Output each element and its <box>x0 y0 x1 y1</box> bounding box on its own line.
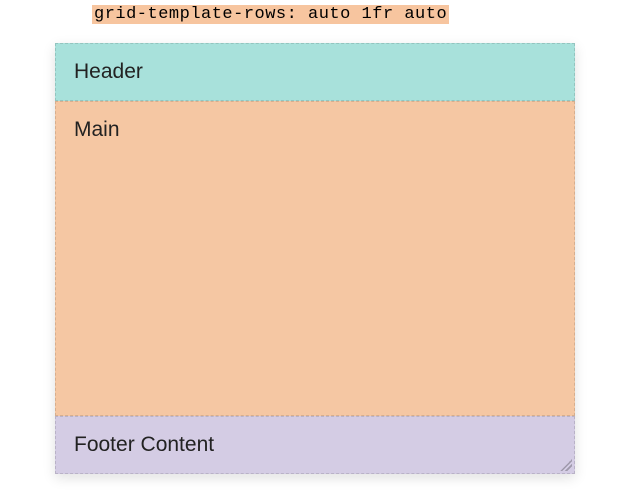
footer-row: Footer Content <box>55 416 575 474</box>
grid-demo-container: Header Main Footer Content <box>55 43 575 474</box>
footer-label: Footer Content <box>74 433 214 456</box>
code-label: grid-template-rows: auto 1fr auto <box>92 5 449 24</box>
resize-handle-icon[interactable] <box>560 459 572 471</box>
header-row: Header <box>55 43 575 101</box>
main-row: Main <box>55 101 575 416</box>
header-label: Header <box>74 60 143 83</box>
main-label: Main <box>74 118 120 141</box>
